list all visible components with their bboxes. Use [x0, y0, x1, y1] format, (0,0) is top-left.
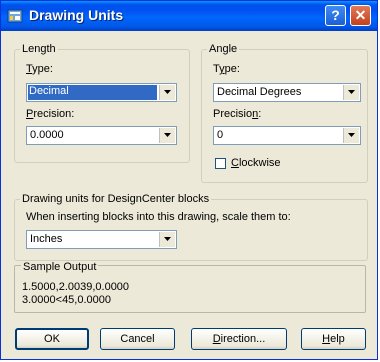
- length-type-select[interactable]: Decimal: [26, 83, 177, 102]
- sample-output-line-2: 3.0000<45,0.0000: [22, 294, 112, 306]
- clockwise-checkbox[interactable]: [215, 158, 226, 169]
- drawing-units-dialog: Drawing Units ? ✕ Length Type: Decimal P…: [0, 0, 378, 360]
- cancel-button[interactable]: Cancel: [100, 328, 175, 350]
- dialog-title: Drawing Units: [29, 7, 124, 23]
- close-button[interactable]: ✕: [350, 5, 371, 26]
- length-precision-select[interactable]: 0.0000: [26, 126, 177, 145]
- angle-precision-label: Precision:: [213, 108, 262, 120]
- angle-type-value: Decimal Degrees: [217, 86, 302, 98]
- designcenter-units-value: Inches: [30, 233, 63, 245]
- angle-precision-value: 0: [217, 129, 224, 141]
- direction-button[interactable]: Direction...: [191, 328, 287, 350]
- length-type-value: Decimal: [29, 85, 69, 97]
- designcenter-instruction: When inserting blocks into this drawing,…: [26, 211, 291, 223]
- chevron-down-icon[interactable]: [159, 128, 175, 143]
- length-group: Length: [14, 43, 190, 163]
- angle-type-label: Type:: [213, 63, 240, 75]
- length-precision-label: Precision:: [26, 108, 75, 120]
- sample-output-legend: Sample Output: [21, 261, 99, 273]
- title-help-button[interactable]: ?: [325, 5, 346, 26]
- chevron-down-icon[interactable]: [343, 128, 359, 143]
- length-legend: Length: [22, 43, 56, 55]
- angle-legend: Angle: [209, 43, 238, 55]
- drawing-units-icon: [7, 9, 23, 23]
- angle-precision-select[interactable]: 0: [213, 126, 361, 145]
- chevron-down-icon[interactable]: [159, 232, 175, 247]
- designcenter-units-select[interactable]: Inches: [26, 230, 177, 249]
- designcenter-group: Drawing units for DesignCenter blocks: [14, 193, 368, 261]
- help-button[interactable]: Help: [301, 328, 366, 350]
- sample-output-line-1: 1.5000,2.0039,0.0000: [22, 281, 130, 293]
- angle-type-select[interactable]: Decimal Degrees: [213, 83, 361, 102]
- chevron-down-icon[interactable]: [343, 85, 359, 100]
- title-bar[interactable]: Drawing Units ? ✕: [1, 1, 377, 31]
- length-type-label: Type:: [26, 63, 53, 75]
- designcenter-legend: Drawing units for DesignCenter blocks: [22, 193, 210, 205]
- clockwise-label[interactable]: Clockwise: [231, 157, 281, 169]
- length-precision-value: 0.0000: [30, 129, 64, 141]
- close-icon: ✕: [354, 7, 367, 23]
- ok-button[interactable]: OK: [15, 328, 89, 350]
- chevron-down-icon[interactable]: [159, 85, 175, 100]
